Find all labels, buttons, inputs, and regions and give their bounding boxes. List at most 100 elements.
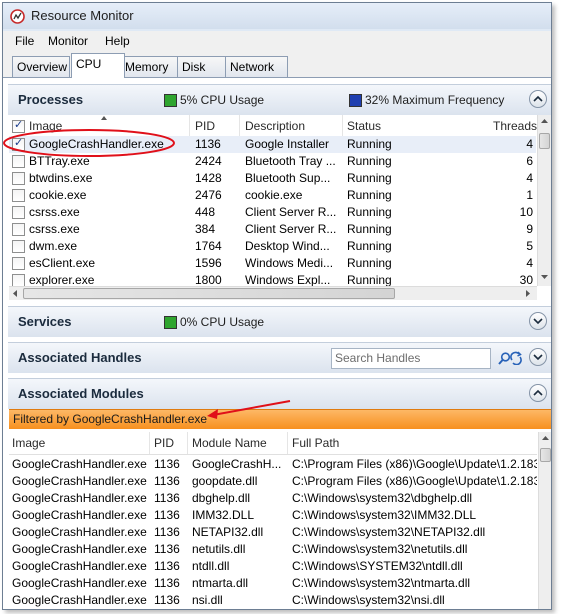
scrollbar-thumb[interactable] xyxy=(539,133,550,149)
table-row[interactable]: csrss.exe 384 Client Server R... Running 9 xyxy=(9,221,536,238)
modules-header[interactable]: Associated Modules xyxy=(8,378,551,409)
table-row[interactable]: GoogleCrashHandler.exe 1136 NETAPI32.dll C:… xyxy=(9,524,537,541)
table-row[interactable]: GoogleCrashHandler.exe 1136 ntmarta.dll C:\… xyxy=(9,575,537,592)
tab-disk[interactable]: Disk xyxy=(177,56,227,77)
status-cell: Running xyxy=(347,137,392,151)
services-cpu-usage-text: 0% CPU Usage xyxy=(180,315,265,329)
row-checkbox[interactable] xyxy=(12,257,25,270)
menu-file[interactable]: File xyxy=(15,34,34,48)
col-pid[interactable]: PID xyxy=(195,119,215,133)
table-row[interactable]: GoogleCrashHandler.exe 1136 IMM32.DLL C:\Wi… xyxy=(9,507,537,524)
full-path-cell: C:\Program Files (x86)\Google\Update\1.2… xyxy=(292,474,537,488)
table-row[interactable]: GoogleCrashHandler.exe 1136 ntdll.dll C:\Wi… xyxy=(9,558,537,575)
image-cell: explorer.exe xyxy=(29,273,95,287)
modules-vertical-scrollbar[interactable] xyxy=(538,432,551,609)
image-cell: GoogleCrashHandler.exe xyxy=(29,137,164,151)
pid-cell: 384 xyxy=(195,222,216,236)
pid-cell: 1800 xyxy=(195,273,222,287)
col-separator xyxy=(287,432,288,454)
scroll-up-arrow-icon[interactable] xyxy=(542,436,549,440)
description-cell: Windows Expl... xyxy=(245,273,331,287)
module-name-cell: goopdate.dll xyxy=(192,474,258,488)
table-row[interactable]: btwdins.exe 1428 Bluetooth Sup... Running 4 xyxy=(9,170,536,187)
table-row[interactable]: GoogleCrashHandler.exe 1136 dbghelp.dll C:\… xyxy=(9,490,537,507)
refresh-icon[interactable] xyxy=(509,351,523,365)
scrollbar-thumb[interactable] xyxy=(23,288,395,299)
col-threads[interactable]: Threads xyxy=(493,119,537,133)
handles-header[interactable]: Associated Handles Search Handles xyxy=(8,342,551,373)
module-name-cell: IMM32.DLL xyxy=(192,508,255,522)
status-cell: Running xyxy=(347,188,392,202)
row-checkbox[interactable] xyxy=(12,223,25,236)
full-path-cell: C:\Windows\system32\netutils.dll xyxy=(292,542,468,556)
row-checkbox[interactable] xyxy=(12,206,25,219)
scroll-right-arrow-icon[interactable] xyxy=(526,290,530,297)
table-row[interactable]: esClient.exe 1596 Windows Medi... Running 4 xyxy=(9,255,536,272)
pid-cell: 1136 xyxy=(154,576,180,590)
table-row[interactable]: BTTray.exe 2424 Bluetooth Tray ... Running 6 xyxy=(9,153,536,170)
image-cell: GoogleCrashHandler.exe xyxy=(12,457,147,471)
module-name-cell: ntdll.dll xyxy=(192,559,230,573)
search-handles-input[interactable]: Search Handles xyxy=(331,348,491,369)
description-cell: Bluetooth Sup... xyxy=(245,171,331,185)
menu-monitor[interactable]: Monitor xyxy=(48,34,88,48)
full-path-cell: C:\Windows\system32\nsi.dll xyxy=(292,593,445,607)
chevron-down-icon xyxy=(533,318,543,325)
services-expand-button[interactable] xyxy=(529,312,547,330)
table-row[interactable]: GoogleCrashHandler.exe 1136 nsi.dll C:\Wind… xyxy=(9,592,537,609)
modules-title: Associated Modules xyxy=(18,386,144,401)
tab-cpu[interactable]: CPU xyxy=(71,53,125,78)
row-checkbox[interactable] xyxy=(12,155,25,168)
handles-expand-button[interactable] xyxy=(529,348,547,366)
handles-title: Associated Handles xyxy=(18,350,142,365)
row-checkbox[interactable] xyxy=(12,172,25,185)
description-cell: Google Installer xyxy=(245,137,330,151)
full-path-cell: C:\Windows\system32\NETAPI32.dll xyxy=(292,525,486,539)
threads-cell: 6 xyxy=(526,154,533,168)
table-row[interactable]: cookie.exe 2476 cookie.exe Running 1 xyxy=(9,187,536,204)
table-row[interactable]: GoogleCrashHandler.exe 1136 goopdate.dll C:… xyxy=(9,473,537,490)
processes-horizontal-scrollbar[interactable] xyxy=(9,286,537,300)
pid-cell: 1136 xyxy=(154,559,180,573)
row-checkbox[interactable] xyxy=(12,240,25,253)
threads-cell: 4 xyxy=(526,171,533,185)
row-checkbox[interactable] xyxy=(12,189,25,202)
row-checkbox[interactable] xyxy=(12,136,25,151)
table-row[interactable]: GoogleCrashHandler.exe 1136 GoogleCrashH..… xyxy=(9,456,537,473)
pid-cell: 2424 xyxy=(195,154,222,168)
services-header[interactable]: Services 0% CPU Usage xyxy=(8,306,551,337)
pid-cell: 1136 xyxy=(154,593,180,607)
col-full-path[interactable]: Full Path xyxy=(292,436,339,450)
scroll-down-arrow-icon[interactable] xyxy=(541,275,548,279)
tab-network[interactable]: Network xyxy=(225,56,288,77)
image-cell: esClient.exe xyxy=(29,256,96,270)
processes-header[interactable]: Processes 5% CPU Usage 32% Maximum Frequ… xyxy=(8,84,551,115)
chevron-down-icon xyxy=(533,354,543,361)
tab-overview[interactable]: Overview xyxy=(12,56,70,77)
table-row[interactable]: dwm.exe 1764 Desktop Wind... Running 5 xyxy=(9,238,536,255)
menu-help[interactable]: Help xyxy=(105,34,130,48)
processes-vertical-scrollbar[interactable] xyxy=(537,115,551,286)
col-description[interactable]: Description xyxy=(245,119,305,133)
processes-column-header: Image PID Description Status Threads xyxy=(9,115,537,138)
pid-cell: 1764 xyxy=(195,239,222,253)
col-module-name[interactable]: Module Name xyxy=(192,436,267,450)
processes-collapse-button[interactable] xyxy=(529,90,547,108)
scrollbar-thumb[interactable] xyxy=(540,448,551,462)
col-image[interactable]: Image xyxy=(12,436,45,450)
status-cell: Running xyxy=(347,171,392,185)
window-title: Resource Monitor xyxy=(31,8,134,23)
col-image[interactable]: Image xyxy=(29,119,62,133)
col-status[interactable]: Status xyxy=(347,119,381,133)
table-row[interactable]: csrss.exe 448 Client Server R... Running 10 xyxy=(9,204,536,221)
scroll-up-arrow-icon[interactable] xyxy=(541,119,548,123)
col-pid[interactable]: PID xyxy=(154,436,174,450)
scroll-left-arrow-icon[interactable] xyxy=(13,290,17,297)
table-row[interactable]: GoogleCrashHandler.exe 1136 Google Install… xyxy=(9,136,536,153)
tab-memory[interactable]: Memory xyxy=(120,56,182,77)
table-row[interactable]: GoogleCrashHandler.exe 1136 netutils.dll C:… xyxy=(9,541,537,558)
modules-column-header: Image PID Module Name Full Path xyxy=(9,432,537,455)
select-all-checkbox[interactable] xyxy=(12,118,25,133)
modules-collapse-button[interactable] xyxy=(529,384,547,402)
module-filter-bar: Filtered by GoogleCrashHandler.exe xyxy=(9,409,551,429)
